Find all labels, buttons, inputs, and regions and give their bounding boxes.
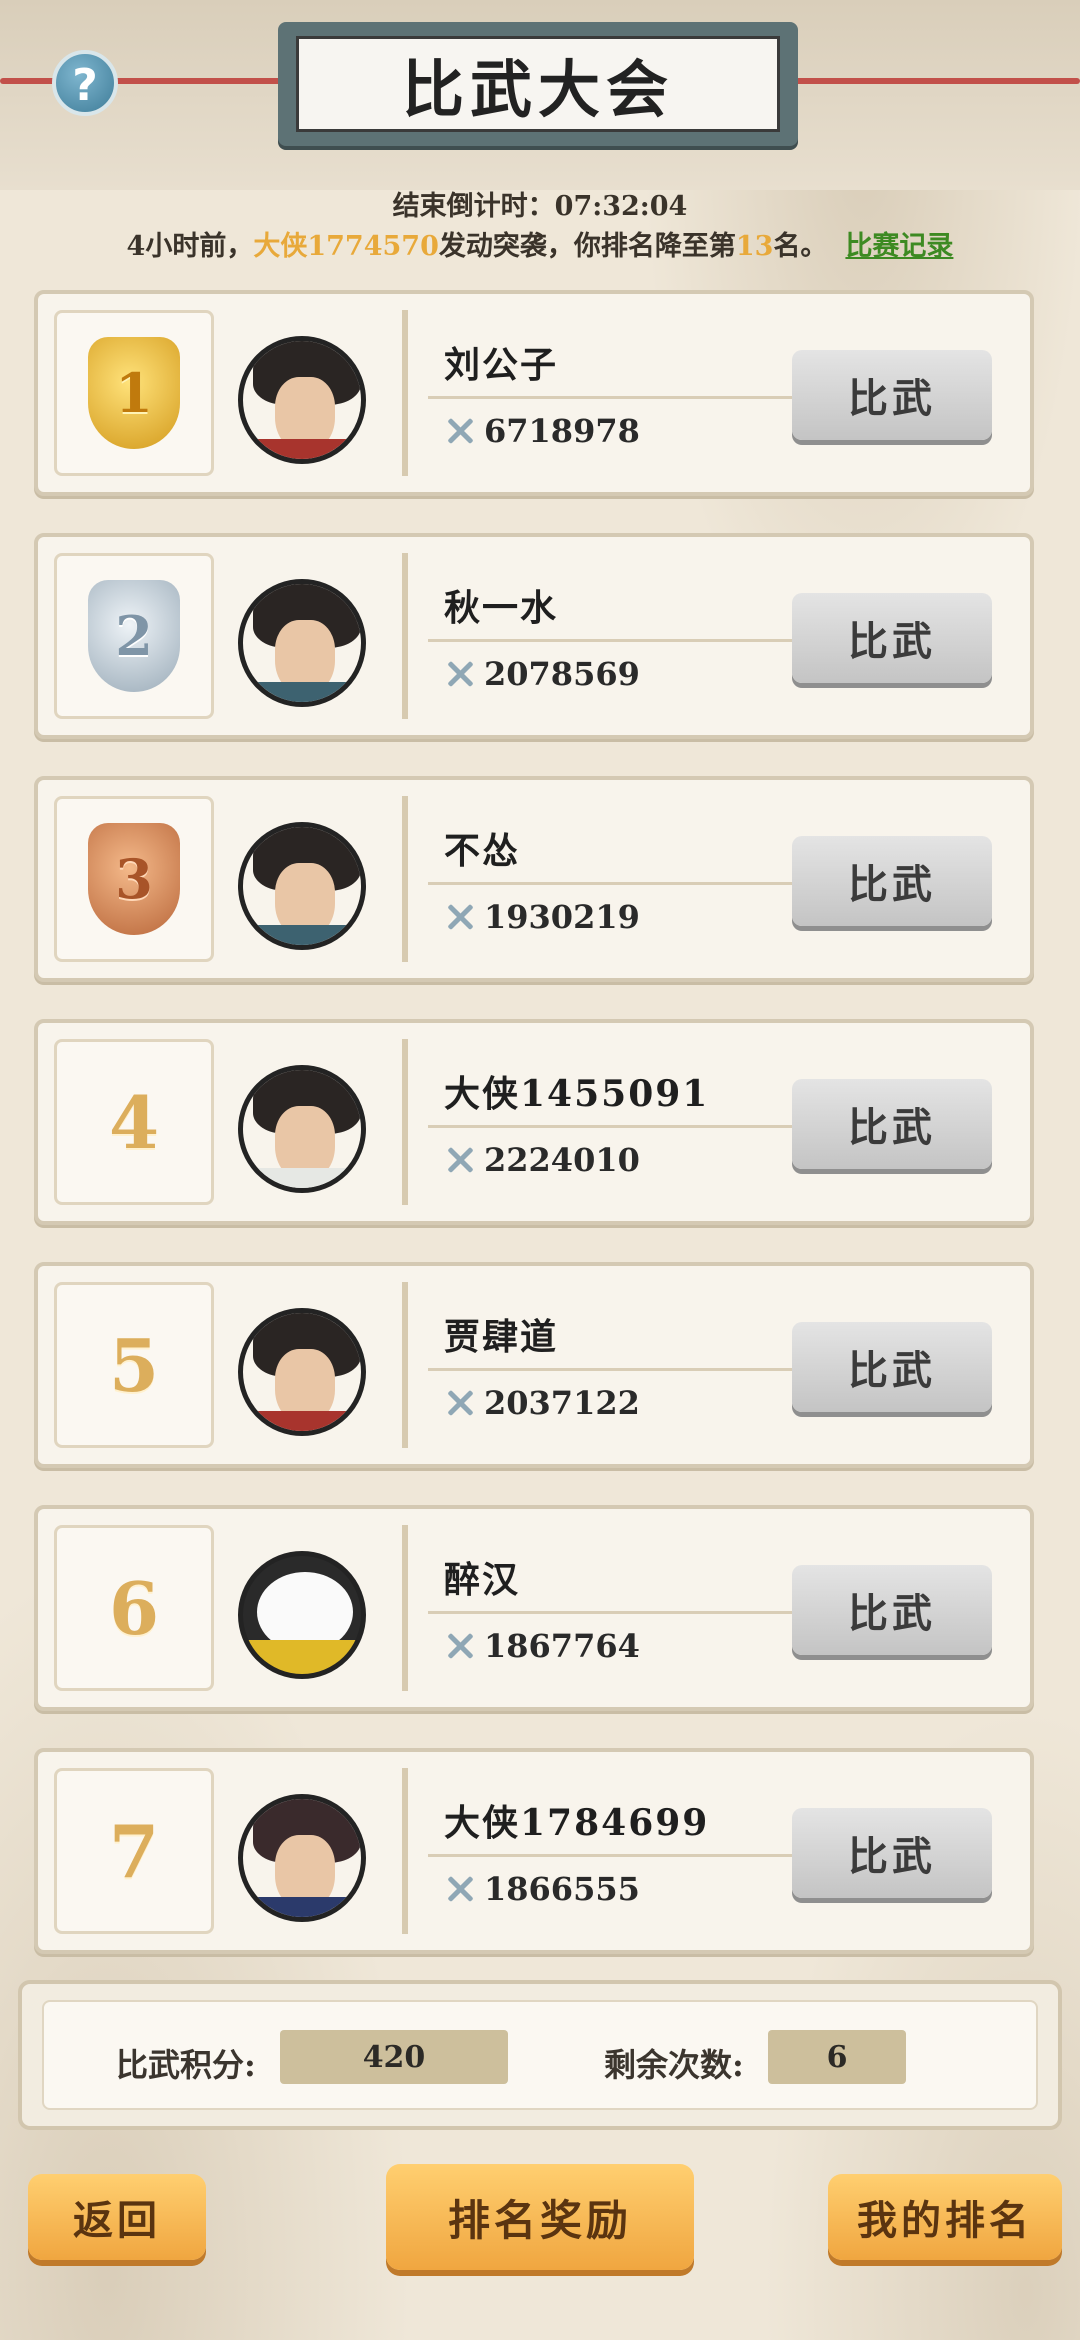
player-power: 2037122 [444, 1384, 640, 1422]
page-title: 比武大会 [296, 36, 780, 132]
power-value: 2078569 [484, 655, 640, 693]
back-button[interactable]: 返回 [28, 2174, 206, 2260]
avatar[interactable] [238, 1794, 366, 1922]
notice-suffix: 名。 [773, 231, 828, 262]
remaining-value: 6 [768, 2030, 906, 2084]
fight-button[interactable]: 比武 [792, 1565, 992, 1655]
player-power: 1930219 [444, 898, 640, 936]
rank-badge: 3 [54, 796, 214, 962]
title-plaque: 比武大会 [278, 22, 798, 146]
fight-button[interactable]: 比武 [792, 1808, 992, 1898]
power-value: 1866555 [484, 1870, 640, 1908]
crossed-swords-icon [444, 415, 476, 447]
player-power: 1866555 [444, 1870, 640, 1908]
divider [428, 1368, 848, 1371]
score-label: 比武积分: [116, 2046, 256, 2084]
avatar[interactable] [238, 1065, 366, 1193]
rank-badge: 7 [54, 1768, 214, 1934]
avatar[interactable] [238, 1551, 366, 1679]
avatar[interactable] [238, 579, 366, 707]
rope-right [786, 78, 1080, 84]
rank-card-7: 7 大侠1784699 1866555 比武 [34, 1748, 1034, 1954]
rank-reward-button[interactable]: 排名奖励 [386, 2164, 694, 2270]
countdown-label: 结束倒计时： [392, 191, 555, 222]
power-value: 1867764 [484, 1627, 640, 1665]
player-power: 2224010 [444, 1141, 640, 1179]
crossed-swords-icon [444, 901, 476, 933]
player-name: 醉汉 [444, 1559, 521, 1601]
rank-number: 6 [108, 1565, 160, 1651]
player-power: 2078569 [444, 655, 640, 693]
rank-card-3: 3 不怂 1930219 比武 [34, 776, 1034, 982]
stats-inner: 比武积分: 420 剩余次数: 6 [42, 2000, 1038, 2110]
countdown-value: 07:32:04 [554, 191, 688, 222]
fight-button[interactable]: 比武 [792, 836, 992, 926]
rank-badge: 6 [54, 1525, 214, 1691]
remaining-label: 剩余次数: [604, 2046, 744, 2084]
help-icon[interactable]: ? [52, 50, 118, 116]
player-name: 不怂 [444, 830, 521, 872]
power-value: 6718978 [484, 412, 640, 450]
power-value: 2224010 [484, 1141, 640, 1179]
gold-medal-icon: 1 [88, 337, 180, 449]
power-value: 1930219 [484, 898, 640, 936]
notice-attacker: 大侠1774570 [253, 231, 439, 262]
avatar[interactable] [238, 336, 366, 464]
notice-rank: 13 [735, 231, 774, 262]
attack-notice: 4小时前，大侠1774570发动突袭，你排名降至第13名。 比赛记录 [0, 224, 1080, 263]
power-value: 2037122 [484, 1384, 640, 1422]
record-link[interactable]: 比赛记录 [845, 231, 953, 262]
player-power: 1867764 [444, 1627, 640, 1665]
divider [428, 1125, 848, 1128]
score-value: 420 [280, 2030, 508, 2084]
rank-badge: 1 [54, 310, 214, 476]
crossed-swords-icon [444, 1387, 476, 1419]
countdown: 结束倒计时：07:32:04 [0, 184, 1080, 223]
divider [428, 396, 848, 399]
fight-button[interactable]: 比武 [792, 593, 992, 683]
player-power: 6718978 [444, 412, 640, 450]
rank-badge: 2 [54, 553, 214, 719]
stats-panel: 比武积分: 420 剩余次数: 6 [18, 1980, 1062, 2130]
rank-number: 4 [108, 1079, 160, 1165]
avatar[interactable] [238, 1308, 366, 1436]
crossed-swords-icon [444, 1630, 476, 1662]
player-name: 秋一水 [444, 587, 559, 629]
player-name: 大侠1784699 [444, 1802, 710, 1844]
my-rank-button[interactable]: 我的排名 [828, 2174, 1062, 2260]
divider [428, 882, 848, 885]
player-name: 贾肆道 [444, 1316, 559, 1358]
bronze-medal-icon: 3 [88, 823, 180, 935]
crossed-swords-icon [444, 1144, 476, 1176]
rank-card-2: 2 秋一水 2078569 比武 [34, 533, 1034, 739]
player-name: 刘公子 [444, 344, 559, 386]
divider [428, 1854, 848, 1857]
divider [428, 639, 848, 642]
player-name: 大侠1455091 [444, 1073, 710, 1115]
rank-card-4: 4 大侠1455091 2224010 比武 [34, 1019, 1034, 1225]
rank-number: 7 [108, 1808, 160, 1894]
crossed-swords-icon [444, 1873, 476, 1905]
rank-card-6: 6 醉汉 1867764 比武 [34, 1505, 1034, 1711]
rank-number: 5 [108, 1322, 160, 1408]
avatar[interactable] [238, 822, 366, 950]
notice-prefix: 4小时前， [126, 231, 254, 262]
fight-button[interactable]: 比武 [792, 1322, 992, 1412]
fight-button[interactable]: 比武 [792, 350, 992, 440]
crossed-swords-icon [444, 658, 476, 690]
notice-middle: 发动突袭，你排名降至第 [438, 231, 736, 262]
rank-card-1: 1 刘公子 6718978 比武 [34, 290, 1034, 496]
rope-left [0, 78, 290, 84]
fight-button[interactable]: 比武 [792, 1079, 992, 1169]
rank-card-5: 5 贾肆道 2037122 比武 [34, 1262, 1034, 1468]
rank-badge: 4 [54, 1039, 214, 1205]
silver-medal-icon: 2 [88, 580, 180, 692]
rank-badge: 5 [54, 1282, 214, 1448]
divider [428, 1611, 848, 1614]
